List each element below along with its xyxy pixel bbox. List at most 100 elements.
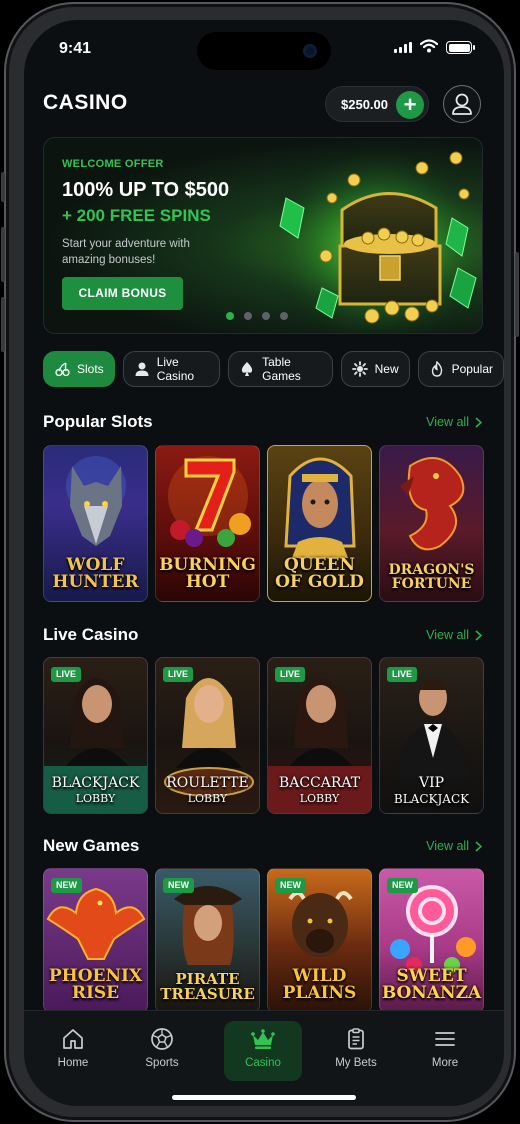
new-badge: NEW <box>275 878 306 893</box>
offer-description: Start your adventure with amazing bonuse… <box>62 238 190 266</box>
live-game-title: VIP BLACKJACK <box>380 775 483 807</box>
carousel-dot[interactable] <box>226 312 234 320</box>
wifi-icon <box>420 39 438 53</box>
category-chip-popular[interactable]: Popular <box>417 351 504 387</box>
menu-icon <box>435 1032 455 1046</box>
balance-pill[interactable]: $250.00 + <box>325 86 429 122</box>
action-button <box>1 172 5 202</box>
camera-icon <box>303 44 317 58</box>
game-title: BURNING HOT <box>159 555 256 592</box>
sparkle-icon <box>351 361 368 377</box>
carousel-dot[interactable] <box>244 312 252 320</box>
live-game-name: BACCARAT <box>278 775 361 791</box>
live-game-name: VIP <box>418 775 445 791</box>
treasure-chest-image <box>272 138 482 333</box>
tab-label: Casino <box>245 1057 281 1069</box>
game-title: PIRATE TREASURE <box>160 970 255 1003</box>
tab-casino[interactable]: Casino <box>224 1021 302 1081</box>
view-all-popular-slots[interactable]: View all <box>426 415 482 429</box>
live-badge: LIVE <box>163 667 194 682</box>
live-game-name: BLACKJACK <box>51 775 140 791</box>
power-button <box>515 252 519 337</box>
category-chip-label: Table Games <box>262 355 301 383</box>
game-tile-queen-of-gold[interactable]: QUEEN OF GOLD <box>267 445 372 602</box>
category-chip-label: Slots <box>77 362 104 376</box>
add-funds-button[interactable]: + <box>396 91 424 119</box>
live-badge: LIVE <box>387 667 418 682</box>
category-chip-label: Live Casino <box>156 355 195 383</box>
game-tile-dragons-fortune[interactable]: DRAGON'S FORTUNE <box>379 445 484 602</box>
game-tile-pirate-treasure[interactable]: NEW PIRATE TREASURE <box>155 868 260 1013</box>
tab-home[interactable]: Home <box>34 1021 112 1081</box>
tab-label: More <box>431 1057 459 1069</box>
game-tile-wild-plains[interactable]: NEW WILD PLAINS <box>267 868 372 1013</box>
game-tile-wolf-hunter[interactable]: WOLF HUNTER <box>43 445 148 602</box>
soccer-ball-icon <box>151 1028 173 1050</box>
status-bar: 9:41 <box>24 20 504 76</box>
cherries-icon <box>55 362 70 377</box>
flame-icon <box>431 361 442 377</box>
phone-frame: 9:41 CASINO $250.00 + WELCOME OFFER 100%… <box>1 2 519 1122</box>
game-tile-sweet-bonanza[interactable]: NEW SWEET BONANZA <box>379 868 484 1013</box>
live-game-sub: LOBBY <box>299 792 340 805</box>
category-chip-slots[interactable]: Slots <box>43 351 115 387</box>
new-games-row: NEW PHOENIX RISE NEW PIRATE TREASURE NEW… <box>43 868 484 1013</box>
volume-up-button <box>1 227 5 282</box>
view-all-new-games[interactable]: View all <box>426 839 482 853</box>
chevron-right-icon <box>475 629 482 641</box>
live-tile-blackjack[interactable]: LIVE BLACKJACK LOBBY <box>43 657 148 814</box>
view-all-label: View all <box>426 839 469 853</box>
home-icon <box>63 1029 83 1049</box>
dynamic-island <box>197 32 331 70</box>
view-all-live-casino[interactable]: View all <box>426 628 482 642</box>
new-badge: NEW <box>387 878 418 893</box>
live-badge: LIVE <box>275 667 306 682</box>
offer-subtitle: + 200 FREE SPINS <box>62 206 211 225</box>
claim-bonus-button[interactable]: CLAIM BONUS <box>62 277 183 310</box>
new-badge: NEW <box>51 878 82 893</box>
live-game-title: BACCARAT LOBBY <box>268 775 371 807</box>
volume-down-button <box>1 297 5 352</box>
game-title: WOLF HUNTER <box>52 555 139 592</box>
chevron-right-icon <box>475 416 482 428</box>
category-chip-label: New <box>374 362 399 376</box>
live-game-sub: LOBBY <box>75 792 116 805</box>
live-casino-row: LIVE BLACKJACK LOBBY LIVE ROULETTE LOBBY <box>43 657 484 814</box>
game-title: DRAGON'S FORTUNE <box>388 562 475 592</box>
person-icon <box>135 362 149 376</box>
welcome-banner[interactable]: WELCOME OFFER 100% UP TO $500 + 200 FREE… <box>43 137 483 334</box>
brand-title: CASINO <box>43 91 128 114</box>
game-title: SWEET BONANZA <box>381 966 482 1003</box>
tab-more[interactable]: More <box>406 1021 484 1081</box>
live-game-title: ROULETTE LOBBY <box>156 775 259 807</box>
category-chip-label: Popular <box>451 362 493 376</box>
carousel-dot[interactable] <box>262 312 270 320</box>
category-chip-live-casino[interactable]: Live Casino <box>122 351 221 387</box>
tab-label: Home <box>57 1057 89 1069</box>
live-tile-roulette[interactable]: LIVE ROULETTE LOBBY <box>155 657 260 814</box>
tab-my-bets[interactable]: My Bets <box>317 1021 395 1081</box>
game-tile-burning-hot[interactable]: BURNING HOT <box>155 445 260 602</box>
carousel-dots <box>226 312 288 320</box>
tab-sports[interactable]: Sports <box>123 1021 201 1081</box>
game-tile-phoenix-rise[interactable]: NEW PHOENIX RISE <box>43 868 148 1013</box>
bottom-tab-bar: Home Sports Casino My Bets More <box>24 1010 504 1106</box>
live-tile-baccarat[interactable]: LIVE BACCARAT LOBBY <box>267 657 372 814</box>
carousel-dot[interactable] <box>280 312 288 320</box>
live-game-sub: LOBBY <box>187 792 228 805</box>
home-indicator[interactable] <box>172 1095 356 1100</box>
user-icon <box>452 93 472 115</box>
game-title: QUEEN OF GOLD <box>275 555 364 592</box>
tab-label: Sports <box>145 1057 179 1069</box>
section-title-new-games: New Games <box>43 836 140 855</box>
signal-icon <box>394 42 412 53</box>
live-badge: LIVE <box>51 667 82 682</box>
live-tile-vip-blackjack[interactable]: LIVE VIP BLACKJACK <box>379 657 484 814</box>
view-all-label: View all <box>426 628 469 642</box>
app-header: CASINO $250.00 + <box>43 84 484 124</box>
profile-button[interactable] <box>443 85 481 123</box>
game-title: PHOENIX RISE <box>48 966 143 1003</box>
balance-amount: $250.00 <box>341 97 388 112</box>
category-chip-new[interactable]: New <box>340 351 410 387</box>
category-chip-table-games[interactable]: Table Games <box>228 351 333 387</box>
